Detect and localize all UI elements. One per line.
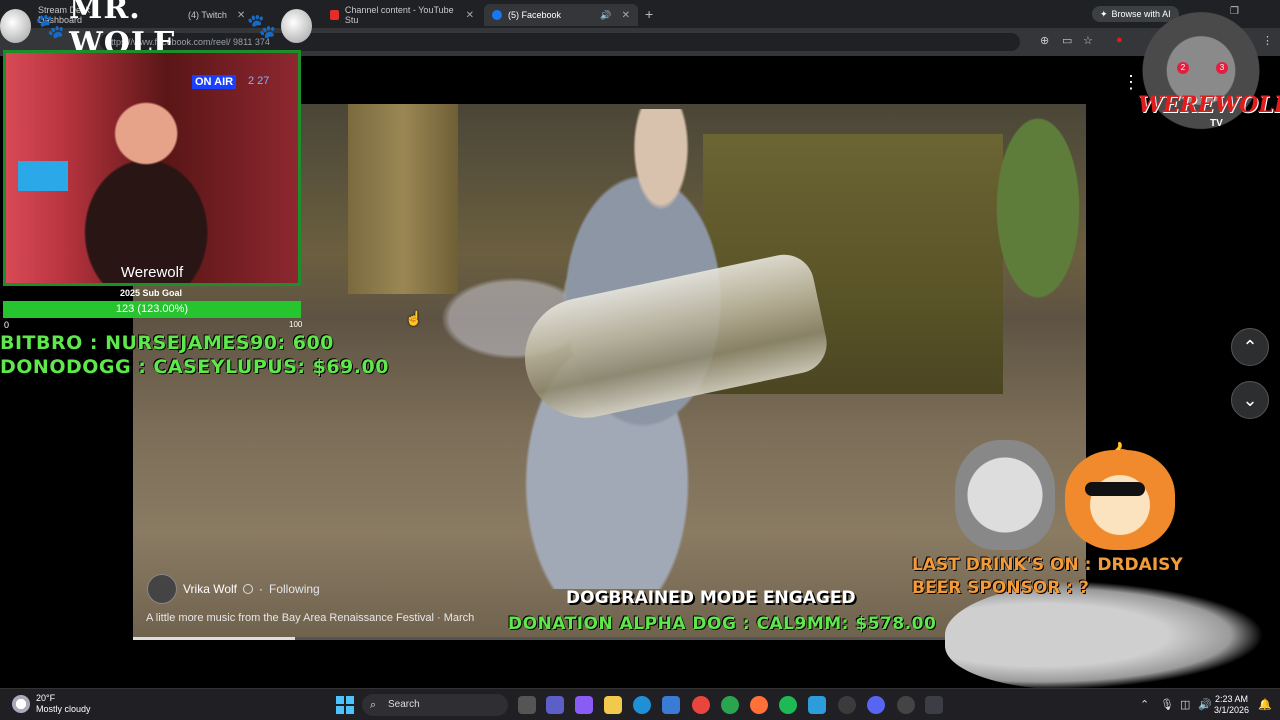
webcam-feed: ON AIR 2 27 Werewolf (3, 50, 301, 286)
cast-icon[interactable]: ▭ (1062, 34, 1072, 47)
zoom-icon[interactable]: ⊕ (1040, 34, 1049, 47)
volume-icon[interactable]: 🔊 (1198, 698, 1212, 711)
sparkle-icon: ✦ (1100, 8, 1108, 19)
teams-icon[interactable] (546, 696, 564, 714)
werewolf-logo (1136, 12, 1266, 142)
video-progress-bar[interactable] (133, 637, 1086, 640)
firefox-icon[interactable] (750, 696, 768, 714)
wifi-icon[interactable]: ◫ (1180, 698, 1190, 711)
donation-ticker-1: BITBRO : NURSEJAMES90: 600 (0, 332, 334, 354)
sub-goal-label: 2025 Sub Goal (119, 288, 183, 298)
sub-goal-min: 0 (4, 320, 10, 330)
sub-goal-bar: 123 (123.00%) (3, 301, 301, 318)
avatar[interactable] (147, 574, 177, 604)
donation-ticker-2: DONODOGG : CASEYLUPUS: $69.00 (0, 356, 389, 378)
paw-icon: 🐾 (246, 12, 277, 40)
sub-goal-max: 100 (289, 320, 303, 329)
mode-text: DOGBRAINED MODE ENGAGED (566, 588, 856, 608)
bookmark-star-icon[interactable]: ☆ (1083, 34, 1093, 47)
mouse-cursor-icon: ☝ (405, 310, 423, 326)
tab-facebook[interactable]: (5) Facebook 🔊 ✕ (484, 4, 638, 26)
poster-name[interactable]: Vrika Wolf (183, 582, 237, 596)
copilot-icon[interactable] (575, 696, 593, 714)
chevron-up-icon: ⌃ (1242, 337, 1258, 357)
werewolf-logo-sub: TV (1210, 118, 1223, 129)
notification-bell-icon[interactable]: 🔔 (1258, 698, 1272, 711)
close-icon[interactable]: ✕ (466, 10, 474, 21)
following-button[interactable]: Following (269, 582, 320, 596)
edge-icon[interactable] (633, 696, 651, 714)
messenger-app-icon[interactable] (808, 696, 826, 714)
last-drink-text: LAST DRINK'S ON : DRDAISY (912, 555, 1183, 575)
extension-icon[interactable]: ● (1116, 34, 1123, 46)
moon-icon (280, 9, 312, 43)
weather-widget[interactable]: 20°F Mostly cloudy (12, 693, 91, 715)
on-air-sign: ON AIR (192, 75, 237, 89)
reel-poster: Vrika Wolf · Following (147, 574, 320, 604)
spotify-icon[interactable] (779, 696, 797, 714)
obs-icon[interactable] (897, 696, 915, 714)
new-tab-button[interactable]: + (645, 6, 653, 22)
stream-banner: 🐾 MR. WOLF 🐾 (0, 0, 312, 61)
video-fern (966, 104, 1086, 364)
store-icon[interactable] (662, 696, 680, 714)
messenger-badge[interactable]: 2 (1177, 62, 1189, 74)
chevron-up-icon[interactable]: ⌃ (1140, 698, 1149, 711)
werewolf-logo-text: WEREWOLF (1138, 92, 1280, 118)
close-icon[interactable]: ✕ (622, 10, 630, 21)
sub-goal-value: 123 (123.00%) (115, 303, 189, 315)
chrome-icon[interactable] (692, 696, 710, 714)
alpha-dog-text: DONATION ALPHA DOG : CAL9MM: $578.00 (508, 614, 937, 634)
notifications-badge[interactable]: 3 (1216, 62, 1228, 74)
previous-reel-button[interactable]: ⌃ (1231, 328, 1269, 366)
windows-start-icon[interactable] (336, 696, 354, 714)
gray-cat-mascot (955, 440, 1055, 550)
restore-icon[interactable]: ❐ (1230, 6, 1239, 17)
moon-icon (0, 9, 32, 43)
verified-icon (243, 584, 254, 594)
weather-desc: Mostly cloudy (36, 704, 91, 714)
youtube-icon (330, 10, 339, 20)
beer-sponsor-text: BEER SPONSOR : ? (912, 578, 1089, 598)
chevron-down-icon: ⌄ (1242, 390, 1258, 410)
cam-clock: 2 27 (248, 75, 270, 87)
next-reel-button[interactable]: ⌄ (1231, 381, 1269, 419)
discord-icon[interactable] (867, 696, 885, 714)
mic-icon[interactable]: 🎙 (1160, 698, 1174, 711)
menu-dots-icon[interactable]: ⋮ (1262, 34, 1273, 47)
weather-temp: 20°F (36, 693, 56, 703)
file-explorer-icon[interactable] (604, 696, 622, 714)
stream-app-icon[interactable] (925, 696, 943, 714)
cam-monitor (18, 161, 68, 191)
screen: Stream Deck Dashboard (4) Twitch ✕ Chann… (0, 0, 1280, 720)
taskbar-clock[interactable]: 2:23 AM 3/1/2026 (1214, 694, 1249, 716)
video-tent (348, 104, 458, 294)
taskbar: 20°F Mostly cloudy ⌕ Search ⌃ 🎙 ◫ 🔊 2:23… (0, 688, 1280, 720)
reel-caption: A little more music from the Bay Area Re… (146, 612, 475, 624)
sunglasses-icon (1085, 482, 1145, 496)
task-view-icon[interactable] (518, 696, 536, 714)
tab-youtube-studio[interactable]: Channel content - YouTube Stu ✕ (322, 4, 482, 26)
webcam-name: Werewolf (120, 264, 184, 281)
xbox-icon[interactable] (721, 696, 739, 714)
paw-icon: 🐾 (35, 12, 66, 40)
speaker-icon[interactable]: 🔊 (600, 10, 611, 21)
fox-mascot (1065, 450, 1175, 550)
media-player-icon[interactable] (838, 696, 856, 714)
search-icon: ⌕ (370, 699, 377, 711)
browse-with-ai-button[interactable]: ✦ Browse with AI (1092, 6, 1179, 22)
taskbar-search[interactable]: ⌕ Search (362, 694, 508, 716)
cloud-icon (12, 695, 30, 713)
facebook-icon (492, 10, 502, 20)
